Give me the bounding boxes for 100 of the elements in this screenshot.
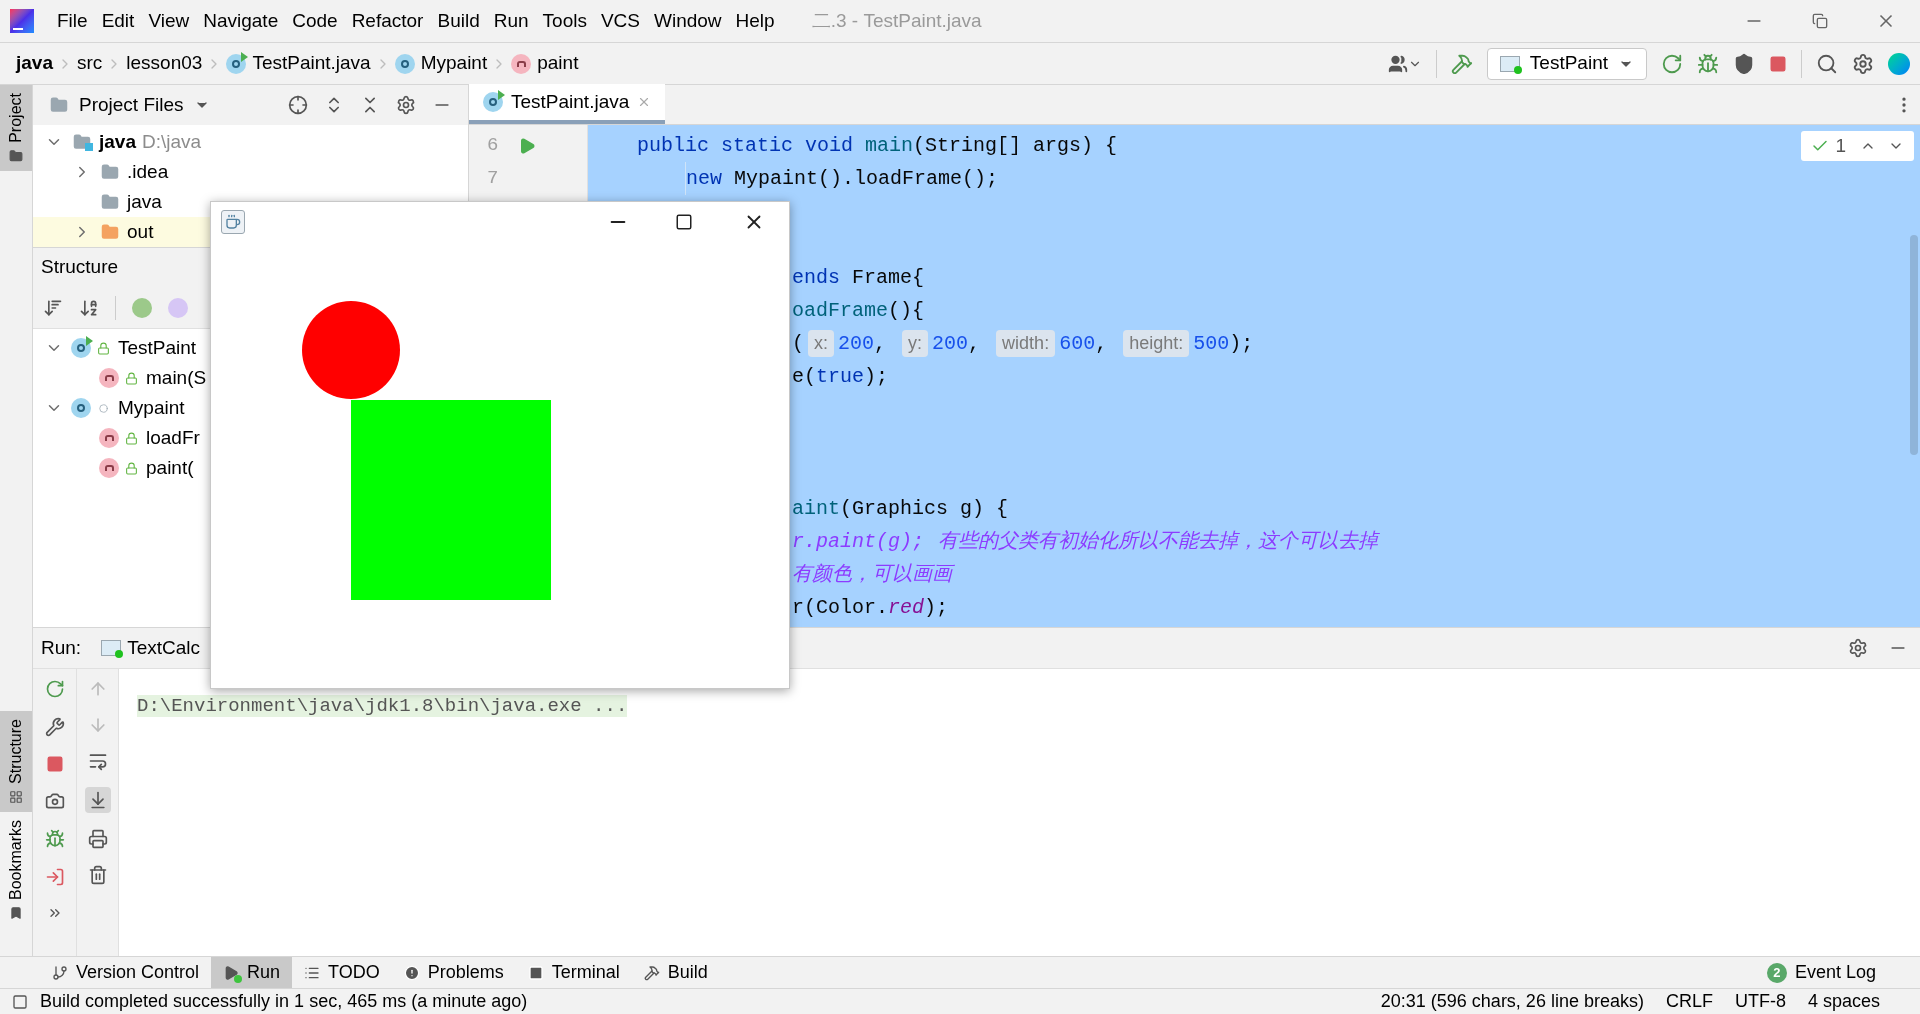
wrench-icon[interactable] [44, 717, 65, 737]
code-token: ); [1229, 330, 1254, 357]
tree-row[interactable]: Mypaint [45, 393, 185, 423]
side-tab[interactable]: Structure [0, 710, 32, 812]
tree-row[interactable]: java [73, 187, 162, 217]
menu-item[interactable]: View [141, 6, 197, 36]
breadcrumb[interactable]: lesson03 [126, 49, 203, 78]
status-item[interactable]: 20:31 (596 chars, 26 line breaks) [1380, 988, 1644, 1014]
menu-item[interactable]: VCS [593, 6, 647, 36]
breadcrumb[interactable]: java [16, 49, 53, 78]
folder-icon [99, 163, 121, 181]
debug-icon[interactable] [1697, 52, 1719, 75]
camera-icon[interactable] [44, 791, 65, 811]
editor-tab[interactable]: TestPaint.java [469, 84, 666, 124]
locate-icon[interactable] [288, 95, 308, 115]
settings-icon[interactable] [1848, 638, 1868, 658]
side-tab[interactable]: Project [0, 85, 32, 171]
coverage-icon[interactable] [1733, 52, 1755, 75]
menu-item[interactable]: Build [430, 6, 487, 36]
tree-row[interactable]: .idea [73, 157, 169, 187]
method-icon [99, 458, 119, 478]
java-cup-icon [221, 210, 245, 234]
folder-icon [49, 96, 69, 114]
maximize-icon[interactable] [675, 213, 693, 231]
code-token: 200 [932, 330, 969, 357]
tree-row[interactable]: java D:\java [45, 127, 202, 157]
event-log-tab[interactable]: 2 Event Log [1766, 959, 1876, 986]
restore-icon[interactable] [1812, 13, 1828, 29]
breadcrumb[interactable]: TestPaint.java [226, 49, 371, 78]
bookmark-icon [9, 905, 23, 920]
rerun-icon[interactable] [44, 679, 65, 699]
status-item[interactable]: CRLF [1665, 988, 1713, 1014]
menu-item[interactable]: Window [647, 6, 729, 36]
code-token: , [968, 330, 982, 357]
code-token: true [816, 363, 865, 390]
status-item[interactable]: 4 spaces [1807, 988, 1880, 1014]
code-token: , [1095, 330, 1109, 357]
menu-item[interactable]: Navigate [196, 6, 286, 36]
menu-item[interactable]: Run [486, 6, 536, 36]
console-output: D:\Environment\java\jdk1.8\bin\java.exe ... [137, 695, 628, 717]
tree-row[interactable]: main(S [73, 363, 207, 393]
tool-window-tab[interactable]: Build [631, 956, 720, 989]
settings-icon[interactable] [1852, 52, 1874, 75]
debug-icon[interactable] [44, 829, 65, 849]
code-token: oadFrame [792, 297, 888, 324]
code-comment: r.paint(g); [792, 528, 925, 555]
status-toggle-icon[interactable] [12, 993, 28, 1010]
menu-item[interactable]: File [50, 6, 95, 36]
method-icon [511, 53, 532, 74]
window-icon [1499, 55, 1520, 72]
stop-icon[interactable] [1769, 54, 1787, 73]
menu-item[interactable]: Refactor [344, 6, 431, 36]
tool-window-tab[interactable]: Run [211, 956, 293, 989]
wrap-icon[interactable] [87, 751, 108, 771]
menu-item[interactable]: Code [285, 6, 345, 36]
parameter-hint: y: [902, 330, 929, 357]
printer-icon[interactable] [87, 829, 108, 849]
stop-icon[interactable] [45, 755, 64, 773]
line-number: 6 [487, 133, 499, 159]
tree-row[interactable]: TestPaint [45, 333, 197, 363]
code-token: r(Color. [792, 594, 888, 621]
code-token: 500 [1193, 330, 1230, 357]
class-icon [394, 53, 415, 74]
code-token: public static void [637, 132, 855, 159]
side-tab[interactable]: Bookmarks [0, 811, 32, 928]
rerun-icon[interactable] [1661, 52, 1683, 75]
code-token: (){ [888, 297, 925, 324]
breadcrumb[interactable]: paint [511, 49, 579, 78]
settings-icon[interactable] [396, 95, 416, 115]
status-item[interactable]: UTF-8 [1734, 988, 1786, 1014]
plugin-logo-icon[interactable] [1888, 52, 1910, 75]
app-logo-icon [10, 9, 34, 33]
scroll-to-end-icon[interactable] [84, 787, 111, 813]
tool-window-tab[interactable]: Version Control [40, 956, 212, 989]
code-token: 600 [1059, 330, 1096, 357]
inspection-widget[interactable]: 1 [1801, 131, 1914, 161]
code-token: red [888, 594, 925, 621]
tree-row[interactable]: loadFr [73, 423, 200, 453]
tree-path: D:\java [142, 129, 202, 154]
tree-row[interactable]: paint( [73, 453, 194, 483]
build-hammer-icon[interactable] [1450, 52, 1473, 75]
code-token: (Graphics g) { [840, 495, 1009, 522]
search-icon[interactable] [1816, 52, 1838, 75]
user-menu-icon[interactable] [1387, 53, 1422, 74]
tool-window-tab[interactable]: Terminal [515, 956, 632, 989]
code-token: ends [792, 264, 840, 291]
menu-item[interactable]: Tools [535, 6, 594, 36]
exit-icon[interactable] [44, 867, 65, 887]
run-config-dropdown[interactable]: TestPaint [1486, 47, 1647, 80]
tool-window-tab[interactable]: Problems [391, 956, 516, 989]
breadcrumb[interactable]: Mypaint [394, 49, 488, 78]
menu-item[interactable]: Edit [94, 6, 142, 36]
parameter-hint: x: [808, 330, 835, 357]
run-configuration-tab[interactable]: TextCalc [101, 633, 200, 663]
tool-window-tab[interactable]: TODO [292, 956, 392, 989]
project-view-selector[interactable]: Project Files [79, 90, 184, 120]
menu-item[interactable]: Help [728, 6, 782, 36]
breadcrumb[interactable]: src [77, 49, 103, 78]
trash-icon[interactable] [87, 865, 108, 885]
class-icon [71, 338, 91, 358]
